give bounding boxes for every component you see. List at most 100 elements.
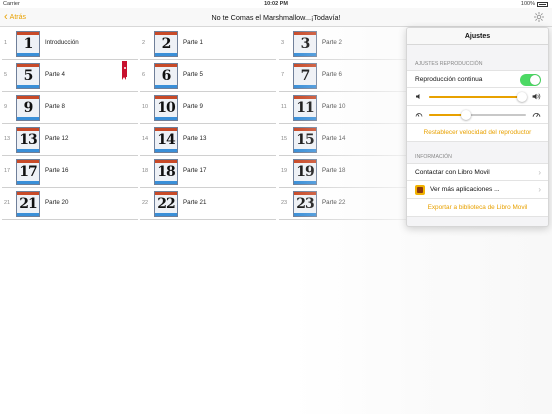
chapter-item[interactable]: 18 18 Parte 17 xyxy=(140,157,276,188)
thumbnail-band xyxy=(294,160,316,163)
chapter-index: 5 xyxy=(4,72,8,78)
chapter-item[interactable]: 13 13 Parte 12 xyxy=(2,125,138,156)
chapter-thumbnail: 9 xyxy=(16,95,40,121)
chapter-number: 18 xyxy=(157,164,175,180)
chapter-thumbnail: 10 xyxy=(154,95,178,121)
thumbnail-band xyxy=(294,192,316,195)
chapter-item[interactable]: 21 21 Parte 20 xyxy=(2,189,138,220)
thumbnail-band xyxy=(155,64,177,67)
chapter-item[interactable]: 9 9 Parte 8 xyxy=(2,93,138,124)
thumbnail-footer xyxy=(155,181,177,184)
volume-low-icon xyxy=(416,94,420,99)
chapter-label: Parte 14 xyxy=(322,135,346,142)
chapter-item[interactable]: 14 14 Parte 13 xyxy=(140,125,276,156)
chapter-label: Parte 2 xyxy=(322,39,342,46)
thumbnail-band xyxy=(155,192,177,195)
chapter-thumbnail: 18 xyxy=(154,159,178,185)
chapter-thumbnail: 7 xyxy=(293,63,317,89)
navigation-bar: ‹ Atrás No te Comas el Marshmallow...¡To… xyxy=(0,8,552,27)
thumbnail-footer xyxy=(294,149,316,152)
thumbnail-footer xyxy=(294,213,316,216)
chapter-label: Parte 8 xyxy=(45,103,65,110)
speed-slider[interactable] xyxy=(429,110,526,120)
chapter-item[interactable]: 1 1 Introducción xyxy=(2,29,138,60)
chapter-index: 9 xyxy=(4,104,8,110)
thumbnail-footer xyxy=(17,117,39,120)
chapter-label: Parte 10 xyxy=(322,103,346,110)
thumbnail-footer xyxy=(155,85,177,88)
settings-title: Ajustes xyxy=(407,28,548,45)
chapter-index: 3 xyxy=(281,40,285,46)
chapter-index: 14 xyxy=(142,136,149,142)
more-apps-row[interactable]: Ver más aplicaciones ... › xyxy=(407,181,548,199)
thumbnail-band xyxy=(17,160,39,163)
chapter-number: 23 xyxy=(296,196,314,212)
chapter-thumbnail: 11 xyxy=(293,95,317,121)
chapter-thumbnail: 5 xyxy=(16,63,40,89)
chapter-thumbnail: 19 xyxy=(293,159,317,185)
chapter-number: 6 xyxy=(161,68,172,84)
chapter-label: Parte 13 xyxy=(183,135,207,142)
chapter-number: 5 xyxy=(23,68,34,84)
chapter-index: 2 xyxy=(142,40,146,46)
chapter-item[interactable]: 7 7 Parte 6 xyxy=(279,61,415,92)
chapter-item[interactable]: 6 6 Parte 5 xyxy=(140,61,276,92)
status-bar: Carrier 10:02 PM 100% xyxy=(0,0,552,8)
chapter-item[interactable]: 10 10 Parte 9 xyxy=(140,93,276,124)
chapter-label: Parte 1 xyxy=(183,39,203,46)
chapter-item[interactable]: 19 19 Parte 18 xyxy=(279,157,415,188)
chapter-index: 18 xyxy=(142,168,149,174)
chapter-item[interactable]: 23 23 Parte 22 xyxy=(279,189,415,220)
gear-icon[interactable] xyxy=(533,11,545,23)
battery-percent: 100% xyxy=(520,1,535,7)
thumbnail-band xyxy=(294,64,316,67)
chapter-thumbnail: 23 xyxy=(293,191,317,217)
speed-slider-knob[interactable] xyxy=(460,110,471,120)
chapter-item[interactable]: 17 17 Parte 16 xyxy=(2,157,138,188)
chapter-thumbnail: 21 xyxy=(16,191,40,217)
chapter-item[interactable]: 2 2 Parte 1 xyxy=(140,29,276,60)
chapter-label: Introducción xyxy=(45,39,79,46)
chapter-number: 2 xyxy=(161,36,172,52)
thumbnail-footer xyxy=(155,213,177,216)
thumbnail-footer xyxy=(17,85,39,88)
chapter-thumbnail: 13 xyxy=(16,127,40,153)
chapter-index: 11 xyxy=(281,104,287,110)
chapter-item[interactable]: 5 5 Parte 4 xyxy=(2,61,138,92)
thumbnail-band xyxy=(155,96,177,99)
reset-speed-button[interactable]: Restablecer velocidad del reproductor xyxy=(407,124,548,142)
chapter-item[interactable]: 15 15 Parte 14 xyxy=(279,125,415,156)
contact-row[interactable]: Contactar con Libro Movil › xyxy=(407,163,548,181)
chapter-item[interactable]: 11 11 Parte 10 xyxy=(279,93,415,124)
app-store-icon xyxy=(415,184,425,195)
thumbnail-band xyxy=(294,32,316,35)
chapter-number: 21 xyxy=(19,196,37,212)
volume-slider-knob[interactable] xyxy=(517,92,528,102)
playback-section-label: AJUSTES REPRODUCCIÓN xyxy=(415,61,483,67)
thumbnail-footer xyxy=(294,117,316,120)
chapter-item[interactable]: 3 3 Parte 2 xyxy=(279,29,415,60)
thumbnail-band xyxy=(155,32,177,35)
thumbnail-footer xyxy=(294,181,316,184)
chapter-label: Parte 18 xyxy=(322,167,346,174)
speed-slider-row xyxy=(407,106,548,124)
chapter-label: Parte 4 xyxy=(45,71,65,78)
export-library-button[interactable]: Exportar a biblioteca de Libro Movil xyxy=(407,199,548,217)
thumbnail-footer xyxy=(17,213,39,216)
chapter-thumbnail: 6 xyxy=(154,63,178,89)
chapter-index: 7 xyxy=(281,72,285,78)
more-apps-label: Ver más aplicaciones ... xyxy=(430,186,500,193)
bookmark-icon[interactable] xyxy=(122,61,127,80)
chapter-item[interactable]: 22 22 Parte 21 xyxy=(140,189,276,220)
chapter-index: 19 xyxy=(281,168,288,174)
page-title: No te Comas el Marshmallow...¡Todavía! xyxy=(211,13,341,22)
chapter-number: 10 xyxy=(157,100,175,116)
chapter-number: 22 xyxy=(157,196,175,212)
volume-slider[interactable] xyxy=(429,92,528,102)
chapter-label: Parte 20 xyxy=(45,199,69,206)
chapter-index: 15 xyxy=(281,136,288,142)
continuous-playback-toggle[interactable] xyxy=(520,74,541,86)
info-section-label: INFORMACIÓN xyxy=(415,154,452,160)
thumbnail-band xyxy=(17,96,39,99)
chapter-index: 17 xyxy=(4,168,11,174)
